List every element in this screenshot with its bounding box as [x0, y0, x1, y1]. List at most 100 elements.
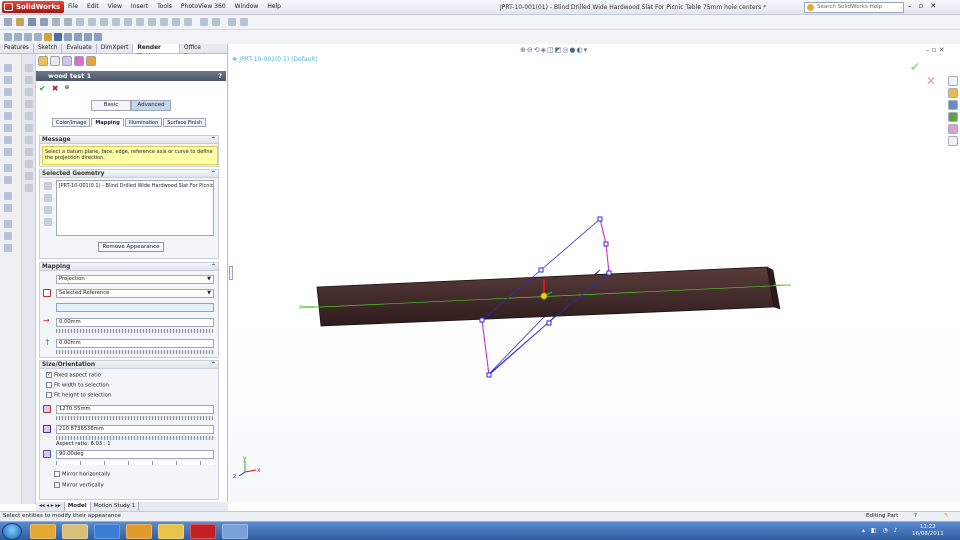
tab-office-products[interactable]: Office Products — [180, 44, 228, 60]
panel-splitter[interactable] — [229, 266, 233, 280]
tab-features[interactable]: Features — [0, 44, 34, 53]
collapse-icon[interactable]: ⌃ — [211, 170, 216, 178]
toolbar-icon-10[interactable] — [112, 18, 120, 26]
strip-icon-7[interactable] — [4, 136, 12, 144]
fm-strip-icon-4[interactable] — [25, 100, 33, 108]
strip-icon-5[interactable] — [4, 112, 12, 120]
body-filter-icon[interactable] — [44, 218, 52, 226]
height-input[interactable]: 210.8736538mm — [56, 425, 214, 434]
vertical-offset-slider[interactable] — [56, 350, 214, 354]
select-icon[interactable] — [76, 18, 84, 26]
toolbar-icon-18[interactable] — [212, 18, 220, 26]
strip-icon-13[interactable] — [4, 220, 12, 228]
strip-icon-4[interactable] — [4, 100, 12, 108]
mapping-header[interactable]: Mapping ⌃ — [40, 263, 218, 271]
checkbox-box[interactable] — [46, 392, 52, 398]
toolbar-icon-15[interactable] — [172, 18, 180, 26]
appearance-icon[interactable] — [44, 33, 52, 41]
tab-render-tools[interactable]: Render Tools — [133, 44, 180, 60]
size-orientation-header[interactable]: Size/Orientation ⌃ — [40, 361, 218, 369]
property-manager-icon[interactable] — [50, 56, 60, 66]
feature-filter-icon[interactable] — [44, 206, 52, 214]
toolbar-icon-20[interactable] — [240, 18, 248, 26]
feature-tree-icon[interactable] — [38, 56, 48, 66]
mirror-vertical-checkbox[interactable]: Mirror vertically — [54, 482, 104, 490]
part-filter-icon[interactable] — [44, 182, 52, 190]
solidworks-logo[interactable]: SolidWorks — [2, 1, 64, 13]
taskbar-word-icon[interactable] — [222, 524, 248, 539]
plane-handle-top[interactable] — [597, 216, 603, 222]
fm-strip-icon-5[interactable] — [25, 112, 33, 120]
clock[interactable]: 11:22 16/08/2011 — [912, 524, 944, 538]
toolbar-icon-17[interactable] — [200, 18, 208, 26]
toolbar2-icon-10[interactable] — [94, 33, 102, 41]
toolbar2-icon-4[interactable] — [34, 33, 42, 41]
taskbar-folder-icon[interactable] — [158, 524, 184, 539]
save-icon[interactable] — [28, 18, 36, 26]
toolbar-icon-11[interactable] — [124, 18, 132, 26]
checkbox-box[interactable] — [54, 482, 60, 488]
checkbox-box[interactable]: ✓ — [46, 372, 52, 378]
triad-origin[interactable] — [540, 292, 548, 300]
rebuild-status-icon[interactable]: ✎ — [944, 512, 949, 521]
collapse-icon[interactable]: ⌃ — [211, 263, 216, 271]
plane-handle-bottom[interactable] — [486, 372, 492, 378]
tab-model[interactable]: Model — [64, 502, 91, 511]
taskbar-solidworks-icon[interactable] — [190, 524, 216, 539]
search-input[interactable]: Search SolidWorks Help — [804, 2, 904, 13]
tab-sketch[interactable]: Sketch — [34, 44, 63, 53]
height-slider[interactable] — [56, 436, 214, 440]
rotation-input[interactable]: 90.00deg — [56, 450, 214, 459]
face-filter-icon[interactable] — [44, 194, 52, 202]
fm-strip-icon-6[interactable] — [25, 124, 33, 132]
strip-icon-2[interactable] — [4, 76, 12, 84]
tab-motion-study[interactable]: Motion Study 1 — [91, 502, 140, 511]
plane-handle-left[interactable] — [479, 317, 485, 323]
taskbar-ie-icon[interactable] — [94, 524, 120, 539]
fm-strip-icon-9[interactable] — [25, 160, 33, 168]
menu-tools[interactable]: Tools — [157, 3, 172, 10]
ok-button[interactable]: ✔ — [39, 84, 46, 93]
selected-geometry-header[interactable]: Selected Geometry ⌃ — [40, 170, 218, 178]
taskbar-explorer-icon[interactable] — [30, 524, 56, 539]
menu-file[interactable]: File — [68, 3, 78, 10]
plane-handle-top-right[interactable] — [603, 241, 609, 247]
strip-icon-9[interactable] — [4, 164, 12, 172]
toolbar-icon-14[interactable] — [160, 18, 168, 26]
taskbar-media-icon[interactable] — [126, 524, 152, 539]
menu-window[interactable]: Window — [235, 3, 259, 10]
width-input[interactable]: 1270.55mm — [56, 405, 214, 414]
tab-mapping[interactable]: Mapping — [91, 118, 124, 127]
dimxpert-icon[interactable] — [74, 56, 84, 66]
fm-strip-icon-3[interactable] — [25, 88, 33, 96]
advanced-button[interactable]: Advanced — [131, 100, 171, 111]
undo-icon[interactable] — [52, 18, 60, 26]
toolbar-icon-12[interactable] — [136, 18, 144, 26]
horizontal-offset-input[interactable]: 0.00mm — [56, 318, 214, 327]
vertical-offset-input[interactable]: 0.00mm — [56, 339, 214, 348]
strip-icon-11[interactable] — [4, 192, 12, 200]
fm-strip-icon-8[interactable] — [25, 148, 33, 156]
appearance-manager-icon[interactable] — [86, 56, 96, 66]
menu-insert[interactable]: Insert — [131, 3, 148, 10]
list-item[interactable]: JPRT-10-001(0.1) - Blind Drilled Wide Ha… — [59, 183, 213, 189]
mirror-horizontal-checkbox[interactable]: Mirror horizontally — [54, 471, 110, 479]
menu-view[interactable]: View — [108, 3, 122, 10]
fit-height-checkbox[interactable]: Fit height to selection — [46, 392, 111, 400]
decal-icon[interactable] — [64, 33, 72, 41]
plane-handle-mid-top[interactable] — [538, 267, 544, 273]
rebuild-icon[interactable] — [88, 18, 96, 26]
rotation-slider[interactable] — [56, 461, 214, 465]
fixed-aspect-checkbox[interactable]: ✓ Fixed aspect ratio — [46, 372, 101, 380]
toolbar2-icon-2[interactable] — [14, 33, 22, 41]
toolbar-icon-19[interactable] — [228, 18, 236, 26]
checkbox-box[interactable] — [54, 471, 60, 477]
selection-list[interactable]: JPRT-10-001(0.1) - Blind Drilled Wide Ha… — [56, 180, 214, 236]
strip-icon-6[interactable] — [4, 124, 12, 132]
tab-surface-finish[interactable]: Surface Finish — [163, 118, 207, 127]
width-slider[interactable] — [56, 416, 214, 420]
horizontal-offset-slider[interactable] — [56, 329, 214, 333]
tab-nav-icon[interactable]: ◂◂ ◂ ▸ ▸▸ — [36, 502, 65, 511]
taskbar-libraries-icon[interactable] — [62, 524, 88, 539]
plane-handle-right[interactable] — [606, 270, 612, 276]
